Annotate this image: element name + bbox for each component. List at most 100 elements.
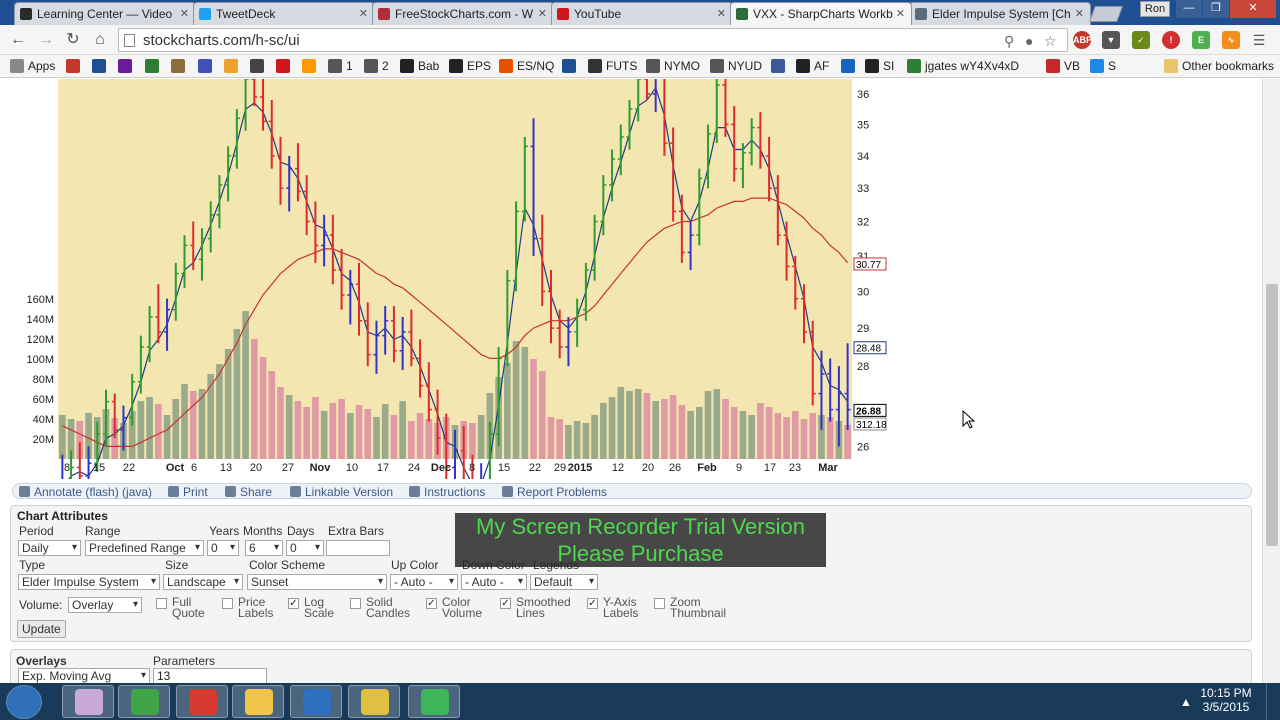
volume-select[interactable]: Overlay (68, 597, 142, 613)
forward-icon[interactable]: → (36, 30, 56, 50)
taskbar-app-button[interactable] (118, 685, 170, 718)
show-desktop-button[interactable] (1266, 683, 1280, 720)
clock[interactable]: 10:15 PM 3/5/2015 (1198, 686, 1254, 714)
browser-tab[interactable]: Learning Center — Video ✕ (14, 2, 196, 25)
bookmark-item[interactable] (145, 59, 163, 73)
bookmark-item[interactable]: NYMO (646, 59, 700, 73)
update-button[interactable]: Update (17, 620, 66, 638)
address-url[interactable]: stockcharts.com/h-sc/ui (143, 32, 300, 49)
bookmark-item[interactable]: S (1090, 59, 1116, 73)
bookmark-item[interactable]: ES/NQ (499, 59, 554, 73)
tab-close-icon[interactable]: ✕ (538, 7, 547, 20)
bookmark-item[interactable]: 1 (328, 59, 353, 73)
show-hidden-icons[interactable]: ▲ (1180, 695, 1192, 709)
checkbox[interactable] (350, 598, 361, 609)
action-link[interactable]: Annotate (flash) (java) (19, 485, 152, 499)
down-color-select[interactable]: - Auto - (461, 574, 527, 590)
address-bar[interactable]: stockcharts.com/h-sc/ui ⚲ ● ☆ (118, 28, 1068, 52)
browser-tab[interactable]: FreeStockCharts.com - W ✕ (372, 2, 554, 25)
tab-close-icon[interactable]: ✕ (359, 7, 368, 20)
tab-close-icon[interactable]: ✕ (896, 7, 905, 20)
browser-tab[interactable]: Elder Impulse System [Ch ✕ (909, 2, 1091, 25)
search-icon[interactable]: ⚲ (1004, 33, 1014, 50)
bookmark-item[interactable] (276, 59, 294, 73)
page-scrollbar[interactable] (1262, 79, 1280, 683)
bookmark-item[interactable] (250, 59, 268, 73)
bookmark-item[interactable]: FUTS (588, 59, 637, 73)
bookmark-item[interactable]: Apps (10, 59, 55, 73)
rss-icon[interactable]: ∿ (1222, 31, 1240, 49)
bookmark-item[interactable] (118, 59, 136, 73)
home-icon[interactable]: ⌂ (90, 30, 110, 50)
bookmark-item[interactable] (841, 59, 859, 73)
reload-icon[interactable]: ↻ (63, 30, 83, 50)
bookmark-item[interactable]: VB (1046, 59, 1080, 73)
taskbar-app-button[interactable] (232, 685, 284, 718)
taskbar-app-button[interactable] (348, 685, 400, 718)
minimize-button[interactable]: — (1176, 0, 1202, 18)
type-select[interactable]: Elder Impulse System (18, 574, 160, 590)
checkbox[interactable] (222, 598, 233, 609)
maximize-button[interactable]: ❐ (1203, 0, 1229, 18)
bookmark-item[interactable]: SI (865, 59, 894, 73)
profile-button[interactable]: Ron (1140, 1, 1170, 17)
new-tab-button[interactable] (1089, 6, 1123, 22)
period-select[interactable]: Daily (18, 540, 81, 556)
up-color-select[interactable]: - Auto - (390, 574, 458, 590)
bookmark-item[interactable]: EPS (449, 59, 491, 73)
bookmark-item[interactable] (224, 59, 242, 73)
taskbar-app-button[interactable] (62, 685, 114, 718)
size-select[interactable]: Landscape (163, 574, 243, 590)
checker-icon[interactable]: ✓ (1132, 31, 1150, 49)
back-icon[interactable]: ← (8, 30, 28, 50)
checkbox[interactable]: ✓ (500, 598, 511, 609)
overlay-params-input[interactable]: 13 (153, 668, 267, 683)
bookmark-item[interactable] (771, 59, 789, 73)
bookmark-item[interactable] (302, 59, 320, 73)
range-select[interactable]: Predefined Range (85, 540, 204, 556)
checkbox[interactable]: ✓ (426, 598, 437, 609)
bookmark-item[interactable]: jgates wY4Xv4xD (907, 59, 1019, 73)
location-icon[interactable]: ● (1025, 33, 1033, 49)
bookmark-item[interactable]: 2 (364, 59, 389, 73)
action-link[interactable]: Print (168, 485, 208, 499)
checkbox[interactable]: ✓ (288, 598, 299, 609)
bookmark-item[interactable]: NYUD (710, 59, 762, 73)
taskbar-app-button[interactable] (290, 685, 342, 718)
bookmark-item[interactable] (92, 59, 110, 73)
color-scheme-select[interactable]: Sunset (247, 574, 387, 590)
tab-close-icon[interactable]: ✕ (1075, 7, 1084, 20)
evernote-icon[interactable]: E (1192, 31, 1210, 49)
overlay-type-select[interactable]: Exp. Moving Avg (18, 668, 150, 683)
other-bookmarks[interactable]: Other bookmarks (1164, 59, 1274, 73)
tab-close-icon[interactable]: ✕ (717, 7, 726, 20)
checkbox[interactable]: ✓ (587, 598, 598, 609)
tab-close-icon[interactable]: ✕ (180, 7, 189, 20)
scrollbar-thumb[interactable] (1266, 284, 1278, 546)
action-link[interactable]: Instructions (409, 485, 485, 499)
taskbar-app-button[interactable] (176, 685, 228, 718)
menu-icon[interactable]: ☰ (1250, 31, 1268, 49)
bookmark-item[interactable] (66, 59, 84, 73)
bookmark-item[interactable] (198, 59, 216, 73)
extra-bars-input[interactable] (326, 540, 390, 556)
months-select[interactable]: 6 (245, 540, 283, 556)
browser-tab[interactable]: TweetDeck ✕ (193, 2, 375, 25)
days-select[interactable]: 0 (286, 540, 324, 556)
taskbar-app-button[interactable] (408, 685, 460, 718)
legends-select[interactable]: Default (530, 574, 598, 590)
browser-tab[interactable]: VXX - SharpCharts Workb ✕ (730, 2, 912, 25)
action-link[interactable]: Share (225, 485, 272, 499)
lastpass-icon[interactable]: ! (1162, 31, 1180, 49)
checkbox[interactable] (156, 598, 167, 609)
bookmark-item[interactable] (171, 59, 189, 73)
action-link[interactable]: Linkable Version (290, 485, 393, 499)
browser-tab[interactable]: YouTube ✕ (551, 2, 733, 25)
close-window-button[interactable]: ✕ (1230, 0, 1276, 18)
bookmark-item[interactable]: AF (796, 59, 829, 73)
star-icon[interactable]: ☆ (1044, 33, 1057, 50)
bookmark-item[interactable] (562, 59, 580, 73)
action-link[interactable]: Report Problems (502, 485, 607, 499)
years-select[interactable]: 0 (207, 540, 239, 556)
adblock-icon[interactable]: ABP (1073, 31, 1092, 49)
